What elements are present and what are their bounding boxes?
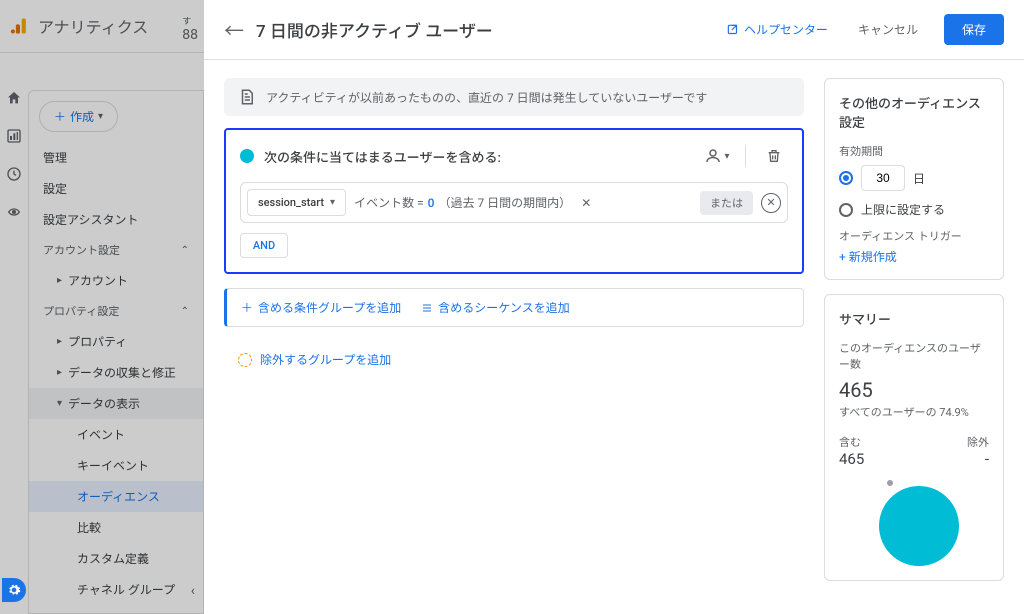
- event-selector[interactable]: session_start▾: [247, 189, 346, 216]
- advertising-icon[interactable]: [6, 204, 22, 220]
- summary-card: サマリー このオーディエンスのユーザー数 465 すべてのユーザーの 74.9%…: [824, 294, 1004, 581]
- page-header: ← 7 日間の非アクティブ ユーザー ヘルプセンター キャンセル 保存: [204, 0, 1024, 60]
- cancel-button[interactable]: キャンセル: [858, 21, 918, 38]
- nav-events[interactable]: イベント: [29, 419, 203, 450]
- duration-days-input[interactable]: [861, 165, 905, 191]
- exclude-value: -: [967, 450, 989, 468]
- duration-max-radio[interactable]: [839, 203, 853, 217]
- collapse-sidebar-icon[interactable]: ‹: [191, 583, 195, 599]
- save-button[interactable]: 保存: [944, 14, 1004, 45]
- include-label: 含む: [839, 434, 864, 450]
- summary-title: サマリー: [839, 309, 989, 328]
- analytics-logo-icon: [10, 16, 30, 36]
- summary-users-value: 465: [839, 378, 989, 402]
- nav-channel-groups[interactable]: チャネル グループ: [29, 574, 203, 605]
- nav-data-view[interactable]: ▾データの表示: [29, 388, 203, 419]
- condition-title: 次の条件に当てはまるユーザーを含める:: [264, 147, 693, 166]
- remove-parameter-icon[interactable]: ✕: [581, 196, 591, 210]
- sidebar: アナリティクス す88 ＋ 作成 ▾ 管理 設定 設定アシスタント アカウント設…: [0, 0, 204, 614]
- description-bar[interactable]: アクティビティが以前あったものの、直近の 7 日間は発生していないユーザーです: [224, 78, 804, 116]
- brand-name: アナリティクス: [38, 14, 148, 38]
- remove-condition-icon[interactable]: ✕: [761, 193, 781, 213]
- document-icon: [238, 88, 256, 106]
- and-button[interactable]: AND: [240, 233, 288, 258]
- summary-pie-chart: [869, 476, 959, 566]
- reports-icon[interactable]: [6, 128, 22, 144]
- days-unit: 日: [913, 170, 925, 187]
- scope-selector[interactable]: ▾: [703, 142, 731, 170]
- audience-settings-card: その他のオーディエンス設定 有効期間 日 上限に設定する オーディエンス トリガ…: [824, 78, 1004, 280]
- include-value: 465: [839, 450, 864, 468]
- admin-gear-icon[interactable]: [2, 578, 26, 602]
- exclude-icon: [238, 353, 252, 367]
- nav-admin[interactable]: 管理: [29, 142, 203, 173]
- trigger-label: オーディエンス トリガー: [839, 228, 989, 244]
- main-panel: ← 7 日間の非アクティブ ユーザー ヘルプセンター キャンセル 保存 アクティ…: [204, 0, 1024, 614]
- nav-custom-def[interactable]: カスタム定義: [29, 543, 203, 574]
- duration-label: 有効期間: [839, 143, 989, 159]
- new-trigger-link[interactable]: + 新規作成: [839, 248, 989, 265]
- duration-max-label: 上限に設定する: [861, 201, 945, 218]
- explore-icon[interactable]: [6, 166, 22, 182]
- add-exclude-group[interactable]: 除外するグループを追加: [224, 347, 804, 372]
- nav-audiences[interactable]: オーディエンス: [29, 481, 203, 512]
- nav-settings[interactable]: 設定: [29, 173, 203, 204]
- nav-section-property[interactable]: プロパティ設定⌃: [29, 296, 203, 326]
- or-button[interactable]: または: [700, 191, 753, 215]
- nav-compare[interactable]: 比較: [29, 512, 203, 543]
- chevron-down-icon: ▾: [330, 197, 335, 208]
- nav-property[interactable]: ▸プロパティ: [29, 326, 203, 357]
- divider: [745, 145, 746, 167]
- home-icon[interactable]: [6, 90, 22, 106]
- summary-users-label: このオーディエンスのユーザー数: [839, 340, 989, 372]
- add-condition-group[interactable]: ＋ 含める条件グループを追加: [241, 299, 401, 316]
- nav-key-events[interactable]: キーイベント: [29, 450, 203, 481]
- nav-section-account[interactable]: アカウント設定⌃: [29, 235, 203, 265]
- nav-account[interactable]: ▸アカウント: [29, 265, 203, 296]
- create-button[interactable]: ＋ 作成 ▾: [39, 101, 118, 132]
- add-sequence[interactable]: 含めるシーケンスを追加: [421, 299, 569, 316]
- add-groups-bar: ＋ 含める条件グループを追加 含めるシーケンスを追加: [224, 288, 804, 327]
- condition-card: 次の条件に当てはまるユーザーを含める: ▾ session_start▾: [224, 128, 804, 274]
- nav-data-collect[interactable]: ▸データの収集と修正: [29, 357, 203, 388]
- delete-group-icon[interactable]: [760, 142, 788, 170]
- page-title: 7 日間の非アクティブ ユーザー: [256, 17, 714, 42]
- back-arrow-icon[interactable]: ←: [224, 15, 244, 44]
- description-text: アクティビティが以前あったものの、直近の 7 日間は発生していないユーザーです: [266, 89, 707, 106]
- exclude-label: 除外: [967, 434, 989, 450]
- condition-row: session_start▾ イベント数 = 0 （過去 7 日間の期間内） ✕…: [240, 182, 788, 223]
- parameter-chip[interactable]: イベント数 = 0 （過去 7 日間の期間内） ✕: [354, 194, 692, 211]
- settings-title: その他のオーディエンス設定: [839, 93, 989, 131]
- summary-percent: すべてのユーザーの 74.9%: [839, 404, 989, 420]
- property-snippet: す88: [182, 14, 198, 43]
- help-center-link[interactable]: ヘルプセンター: [726, 21, 828, 38]
- include-indicator-icon: [240, 149, 254, 163]
- duration-days-radio[interactable]: [839, 171, 853, 185]
- nav-setup-assistant[interactable]: 設定アシスタント: [29, 204, 203, 235]
